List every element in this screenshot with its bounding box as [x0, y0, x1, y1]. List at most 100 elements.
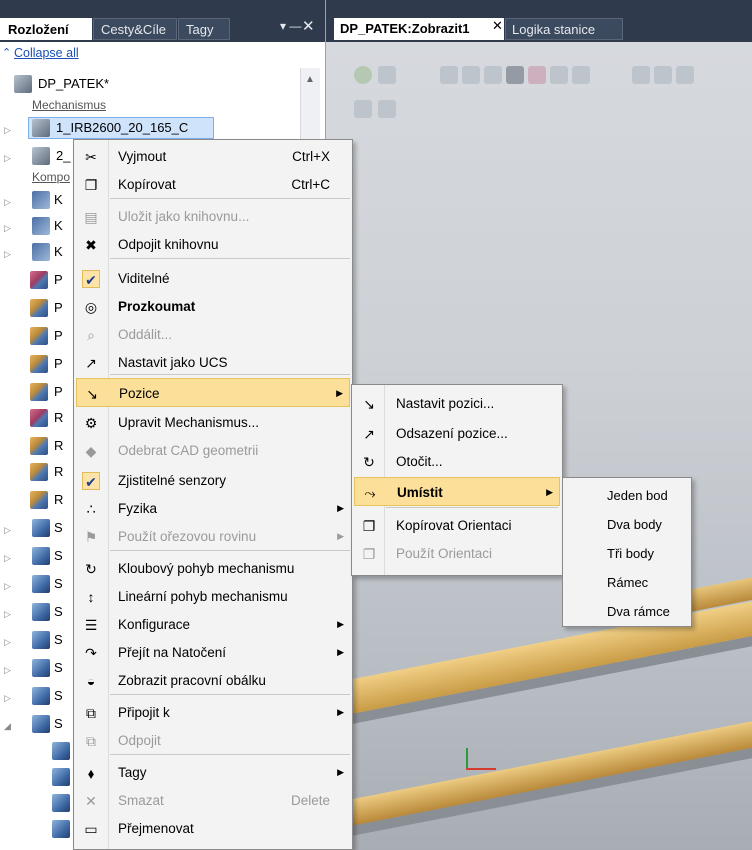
menu-item-check[interactable]: ✔ Zjistitelné senzory [76, 466, 350, 495]
menu-item-attach[interactable]: ⧉ Připojit k ▶ [76, 698, 350, 727]
menu-item-place-option[interactable]: Rámec [565, 569, 689, 597]
copy-orientation-icon: ❐ [362, 518, 376, 534]
axis-x-indicator [466, 768, 496, 770]
shortcut-label: Ctrl+X [292, 149, 330, 164]
menu-item-disconnect-library[interactable]: ✖ Odpojit knihovnu [76, 230, 350, 259]
menu-item-rotate[interactable]: ↻ Otočit... [354, 447, 560, 476]
menu-item-delete[interactable]: ✕ Smazat Delete [76, 786, 350, 815]
expand-arrow-icon[interactable]: ▷ [4, 576, 11, 596]
menu-item-apply-orientation[interactable]: ❐ Použít Orientaci [354, 539, 560, 568]
menu-item-edit-mechanism[interactable]: ⚙ Upravit Mechanismus... [76, 408, 350, 437]
check-icon: ✔ [82, 472, 100, 490]
check-icon: ✔ [82, 270, 100, 288]
panel-options-icon[interactable]: ▾ — [280, 19, 301, 33]
rotate-icon: ↻ [363, 454, 375, 470]
submenu-arrow-icon: ▶ [337, 503, 344, 513]
scissors-icon: ✂ [85, 149, 97, 165]
expand-arrow-icon[interactable]: ▷ [4, 218, 11, 238]
delete-icon: ✕ [85, 793, 97, 809]
close-tab-icon[interactable]: ✕ [492, 18, 503, 34]
close-icon[interactable]: ✕ [302, 17, 315, 35]
menu-item-explore[interactable]: ◎ Prozkoumat [76, 292, 350, 321]
menu-item-check[interactable]: ✔ Viditelné [76, 264, 350, 293]
expand-arrow-icon[interactable]: ▷ [4, 244, 11, 264]
axis-y-indicator [466, 748, 468, 770]
component-icon [30, 383, 48, 401]
expand-arrow-icon[interactable]: ▷ [4, 520, 11, 540]
select-surface-icon[interactable] [484, 66, 502, 84]
expand-arrow-icon[interactable]: ▷ [4, 548, 11, 568]
menu-item-rename[interactable]: ▭ Přejmenovat [76, 814, 350, 843]
tab-station-logic[interactable]: Logika stanice [505, 18, 623, 40]
expand-arrow-icon[interactable]: ▷ [4, 660, 11, 680]
component-icon [30, 463, 48, 481]
tab-station-view[interactable]: DP_PATEK:Zobrazit1 ✕ [334, 18, 504, 40]
menu-item-set-position[interactable]: ↘ Nastavit pozici... [354, 389, 560, 418]
component-icon [32, 547, 50, 565]
menu-item-place[interactable]: ⤳ Umístit ▶ [354, 477, 560, 506]
menu-item-tag[interactable]: ⬧ Tagy ▶ [76, 758, 350, 787]
menu-item-scissors[interactable]: ✂ Vyjmout Ctrl+X [76, 142, 350, 171]
expand-arrow-icon[interactable]: ▷ [4, 632, 11, 652]
menu-item-place-option[interactable]: Dva rámce [565, 598, 689, 626]
snap-arrow-icon[interactable] [654, 66, 672, 84]
position-submenu: ↘ Nastavit pozici... ↗ Odsazení pozice... ↻ O… [351, 384, 563, 576]
collapse-arrow-icon[interactable]: ◢ [4, 716, 11, 736]
menu-item-save-library[interactable]: ▤ Uložit jako knihovnu... [76, 202, 350, 231]
collapse-all-link[interactable]: Collapse all [14, 46, 79, 60]
select-icon[interactable] [440, 66, 458, 84]
position-icon: ↘ [86, 386, 98, 402]
stop-icon[interactable] [378, 100, 396, 118]
group-label-components: Kompo [32, 170, 71, 184]
menu-item-jump-to-pose[interactable]: ↷ Přejít na Natočení ▶ [76, 638, 350, 667]
menu-item-place-option[interactable]: Dva body [565, 511, 689, 539]
tab-layout[interactable]: Rozložení [0, 18, 92, 40]
menu-item-linear-jog[interactable]: ↕ Lineární pohyb mechanismu [76, 582, 350, 611]
tab-tags[interactable]: Tagy [178, 18, 230, 40]
menu-item-place-option[interactable]: Tři body [565, 540, 689, 568]
tab-paths-targets[interactable]: Cesty&Cíle [93, 18, 177, 40]
menu-item-clip-plane[interactable]: ⚑ Použít ořezovou rovinu ▶ [76, 522, 350, 551]
menu-item-zoom-out[interactable]: ⌕ Oddálit... [76, 320, 350, 349]
scroll-up-icon[interactable]: ▲ [305, 74, 315, 85]
place-submenu: Jeden bod Dva body Tři body Rámec Dva rámce [562, 477, 692, 627]
expand-arrow-icon[interactable]: ▷ [4, 604, 11, 624]
expand-arrow-icon[interactable]: ▷ [4, 120, 11, 140]
select-part-icon[interactable] [528, 66, 546, 84]
menu-item-physics[interactable]: ∴ Fyzika ▶ [76, 494, 350, 523]
menu-item-configuration[interactable]: ☰ Konfigurace ▶ [76, 610, 350, 639]
menu-item-work-envelope[interactable]: ◒ Zobrazit pracovní obálku [76, 666, 350, 695]
menu-item-joint-jog[interactable]: ↻ Kloubový pohyb mechanismu [76, 554, 350, 583]
menu-item-detach[interactable]: ⧉ Odpojit [76, 726, 350, 755]
component-icon [32, 687, 50, 705]
menu-item-remove-cad[interactable]: ◆ Odebrat CAD geometrii [76, 436, 350, 465]
rename-icon: ▭ [84, 821, 98, 837]
snap-edge-icon[interactable] [676, 66, 694, 84]
play-icon[interactable] [354, 100, 372, 118]
offset-position-icon: ↗ [363, 426, 375, 442]
select-mechanism-icon[interactable] [572, 66, 590, 84]
menu-item-position[interactable]: ↘ Pozice ▶ [76, 378, 350, 407]
select-curve-icon[interactable] [462, 66, 480, 84]
menu-item-copy[interactable]: ❐ Kopírovat Ctrl+C [76, 170, 350, 199]
component-icon [32, 715, 50, 733]
menu-item-copy-orientation[interactable]: ❐ Kopírovat Orientaci [354, 511, 560, 540]
select-body-icon[interactable] [506, 66, 524, 84]
expand-arrow-icon[interactable]: ▷ [4, 688, 11, 708]
view-icon[interactable] [354, 66, 372, 84]
select-group-icon[interactable] [550, 66, 568, 84]
view-all-icon[interactable] [378, 66, 396, 84]
submenu-arrow-icon: ▶ [337, 619, 344, 629]
expand-arrow-icon[interactable]: ▷ [4, 148, 11, 168]
submenu-arrow-icon: ▶ [337, 531, 344, 541]
menu-item-ucs[interactable]: ↗ Nastavit jako UCS [76, 348, 350, 377]
snap-icon[interactable] [632, 66, 650, 84]
component-icon [32, 575, 50, 593]
menu-item-offset-position[interactable]: ↗ Odsazení pozice... [354, 419, 560, 448]
place-icon: ⤳ [364, 485, 376, 501]
linear-jog-icon: ↕ [87, 589, 95, 605]
menu-item-place-option[interactable]: Jeden bod [565, 482, 689, 510]
explore-icon: ◎ [84, 299, 98, 315]
expand-arrow-icon[interactable]: ▷ [4, 192, 11, 212]
component-icon [52, 768, 70, 786]
